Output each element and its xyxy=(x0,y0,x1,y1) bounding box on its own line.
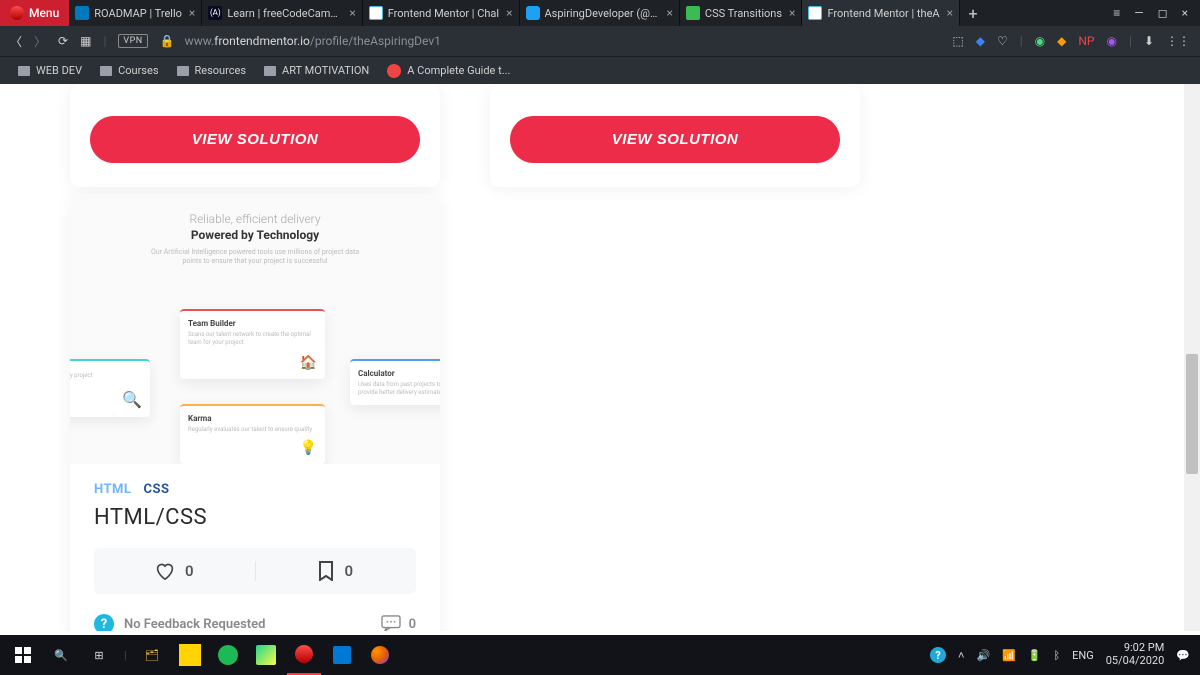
heart-icon xyxy=(155,562,175,580)
feedback-row: ? No Feedback Requested 0 xyxy=(94,614,416,631)
tab-5-active[interactable]: Frontend Mentor | theA× xyxy=(802,0,960,26)
heart-icon[interactable]: ♡ xyxy=(997,34,1008,48)
feedback-label: No Feedback Requested xyxy=(124,617,266,632)
opera-logo-icon xyxy=(10,6,24,20)
view-solution-button[interactable]: VIEW SOLUTION xyxy=(90,116,420,163)
search-icon[interactable]: 🔍 xyxy=(44,635,78,675)
window-controls: ≡ — ◻ × xyxy=(1101,6,1200,20)
close-window-icon[interactable]: × xyxy=(1182,6,1188,20)
reload-icon[interactable]: ⟳ xyxy=(58,34,68,48)
address-bar: 〈 〉 ⟳ ▦ | VPN 🔒 www.frontendmentor.io/pr… xyxy=(0,26,1200,56)
page-content: VIEW SOLUTION VIEW SOLUTION Reliable, ef… xyxy=(0,84,1200,631)
trello-icon xyxy=(75,6,89,20)
folder-icon xyxy=(18,66,30,76)
forward-icon[interactable]: 〉 xyxy=(34,33,46,50)
folder-icon xyxy=(177,66,189,76)
tag-css: CSS xyxy=(143,482,169,497)
wifi-icon[interactable]: 📶 xyxy=(1002,649,1016,662)
tile-tabs-icon[interactable]: ≡ xyxy=(1113,6,1120,20)
solution-card-main: Reliable, efficient delivery Powered by … xyxy=(70,194,440,631)
likes-stat[interactable]: 0 xyxy=(94,562,255,580)
ext-icon-3[interactable]: NP xyxy=(1078,34,1094,48)
scrollbar-thumb[interactable] xyxy=(1186,354,1198,474)
close-icon[interactable]: × xyxy=(947,6,953,20)
snapshot-icon[interactable]: ⬚ xyxy=(952,34,963,48)
bookmark-folder[interactable]: Resources xyxy=(177,64,247,77)
folder-icon xyxy=(100,66,112,76)
tag-html: HTML xyxy=(94,482,131,497)
spotify-icon[interactable] xyxy=(211,635,245,675)
ext-icon-4[interactable]: ◉ xyxy=(1107,34,1117,48)
bluetooth-icon[interactable]: ᛒ xyxy=(1054,649,1061,662)
close-icon[interactable]: × xyxy=(189,6,195,20)
tab-1[interactable]: (A)Learn | freeCodeCamp.o× xyxy=(202,0,362,26)
new-tab-button[interactable]: + xyxy=(960,4,986,23)
question-icon[interactable]: ? xyxy=(94,614,114,631)
task-view-icon[interactable]: ⊞ xyxy=(82,635,116,675)
chat-icon xyxy=(381,615,401,631)
language-indicator[interactable]: ENG xyxy=(1072,649,1094,662)
scrollbar-track[interactable] xyxy=(1184,84,1200,631)
solution-card-partial-2: VIEW SOLUTION xyxy=(490,84,860,187)
solution-preview-image: Reliable, efficient delivery Powered by … xyxy=(70,194,440,464)
easy-setup-icon[interactable]: ⋮⋮ xyxy=(1166,34,1190,48)
bookmark-folder[interactable]: WEB DEV xyxy=(18,64,82,77)
tab-4[interactable]: CSS Transitions× xyxy=(680,0,803,26)
firefox-icon[interactable] xyxy=(363,635,397,675)
close-icon[interactable]: × xyxy=(789,6,795,20)
downloads-icon[interactable]: ⬇ xyxy=(1144,34,1154,48)
csstricks-icon xyxy=(387,64,401,78)
close-icon[interactable]: × xyxy=(506,6,512,20)
battery-icon[interactable]: 🔋 xyxy=(1028,649,1042,662)
folder-icon xyxy=(264,66,276,76)
ext-icon-2[interactable]: ◆ xyxy=(1057,34,1066,48)
bookmark-icon xyxy=(318,561,334,581)
lock-icon[interactable]: 🔒 xyxy=(160,34,175,48)
minimize-icon[interactable]: — xyxy=(1134,6,1143,20)
vpn-badge[interactable]: VPN xyxy=(118,34,147,48)
tray-chevron-icon[interactable]: ˄ xyxy=(958,649,964,662)
clock[interactable]: 9:02 PM 05/04/2020 xyxy=(1106,642,1165,667)
sticky-notes-icon[interactable] xyxy=(179,644,201,666)
opera-icon[interactable] xyxy=(287,635,321,675)
vscode-icon[interactable] xyxy=(325,635,359,675)
url-field[interactable]: www.frontendmentor.io/profile/theAspirin… xyxy=(185,34,943,48)
windows-taskbar: 🔍 ⊞ | 🗂 ? ˄ 🔊 📶 🔋 ᛒ ENG 9:02 PM 05/04/20… xyxy=(0,635,1200,675)
ext-icon-1[interactable]: ◉ xyxy=(1035,34,1045,48)
shield-icon[interactable]: ◆ xyxy=(976,34,985,48)
back-icon[interactable]: 〈 xyxy=(10,33,22,50)
bookmarks-bar: WEB DEV Courses Resources ART MOTIVATION… xyxy=(0,56,1200,84)
bookmarks-stat[interactable]: 0 xyxy=(255,561,417,581)
file-explorer-icon[interactable]: 🗂 xyxy=(135,635,169,675)
twitter-icon xyxy=(526,6,540,20)
start-button[interactable] xyxy=(6,635,40,675)
pycharm-icon[interactable] xyxy=(249,635,283,675)
solution-stats: 0 0 xyxy=(94,548,416,594)
help-tray-icon[interactable]: ? xyxy=(930,647,946,663)
css-icon xyxy=(686,6,700,20)
close-icon[interactable]: × xyxy=(667,6,673,20)
fcc-icon: (A) xyxy=(208,6,222,20)
tab-3[interactable]: AspiringDeveloper (@th× xyxy=(520,0,680,26)
solution-tags: HTML CSS xyxy=(94,482,416,497)
bookmark-folder[interactable]: ART MOTIVATION xyxy=(264,64,369,77)
solution-title: HTML/CSS xyxy=(94,505,416,530)
menu-label: Menu xyxy=(29,6,59,20)
notifications-icon[interactable]: 💬 xyxy=(1176,649,1190,662)
maximize-icon[interactable]: ◻ xyxy=(1158,6,1168,20)
browser-tab-bar: Menu ROADMAP | Trello× (A)Learn | freeCo… xyxy=(0,0,1200,26)
view-solution-button[interactable]: VIEW SOLUTION xyxy=(510,116,840,163)
bookmark-item[interactable]: A Complete Guide t... xyxy=(387,64,510,78)
fm-icon xyxy=(369,6,383,20)
bookmark-folder[interactable]: Courses xyxy=(100,64,158,77)
comments-count[interactable]: 0 xyxy=(381,615,416,631)
volume-icon[interactable]: 🔊 xyxy=(976,649,990,662)
close-icon[interactable]: × xyxy=(349,6,355,20)
fm-icon xyxy=(808,6,822,20)
opera-menu-button[interactable]: Menu xyxy=(0,0,69,26)
tab-2[interactable]: Frontend Mentor | Chal× xyxy=(363,0,520,26)
solution-card-partial-1: VIEW SOLUTION xyxy=(70,84,440,187)
tab-0[interactable]: ROADMAP | Trello× xyxy=(69,0,202,26)
speed-dial-icon[interactable]: ▦ xyxy=(80,34,91,48)
